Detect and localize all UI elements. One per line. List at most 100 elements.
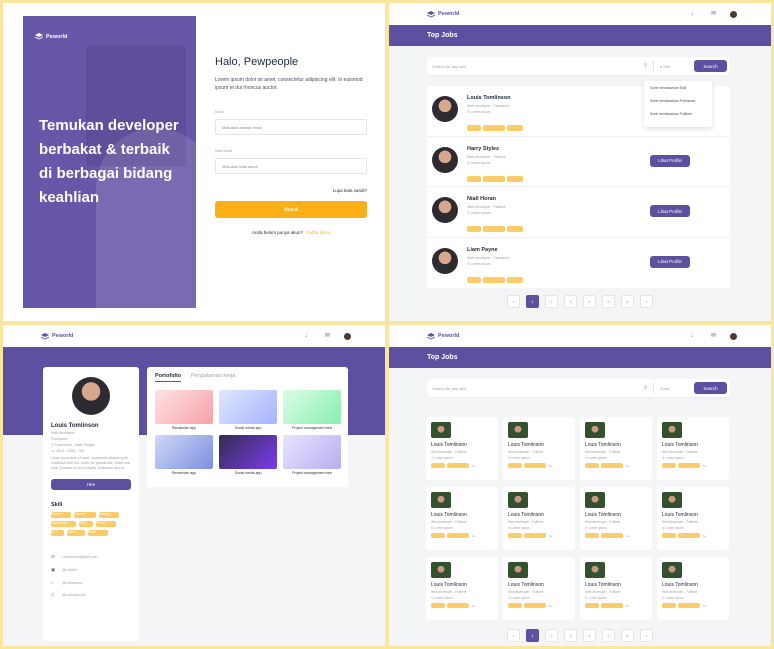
candidate-card[interactable]: Louis Tomlinson Web developer - Fulltime ⚲… xyxy=(503,417,575,480)
page-next[interactable]: > xyxy=(640,629,653,642)
list-item: Niall Horan Web developer - Fulltime ⚲ L… xyxy=(427,187,730,238)
avatar[interactable] xyxy=(730,10,737,18)
portfolio-item[interactable]: Social media app xyxy=(219,435,277,475)
portfolio-panel: Portofolio Pengalaman kerja Remainder ap… xyxy=(147,367,348,487)
page-5[interactable]: 5 xyxy=(602,629,615,642)
sort-option-freelance[interactable]: Sortir berdasarkan Freelance xyxy=(650,99,706,112)
profile-phone: ☏ 0812 - 3456 - 789 xyxy=(51,449,84,453)
page-1[interactable]: 1 xyxy=(526,295,539,308)
password-input[interactable]: Masukan kata sandi xyxy=(215,158,367,174)
page-title: Top Jobs xyxy=(389,347,771,368)
candidate-card[interactable]: Louis Tomlinson Web developer - Fulltime ⚲… xyxy=(580,487,652,550)
avatar xyxy=(662,492,682,508)
search-icon: ⚲ xyxy=(643,63,647,69)
sort-option-fulltime[interactable]: Sortir berdasarkan Fulltime xyxy=(650,112,706,125)
nav-logo[interactable]: Peworld xyxy=(41,332,73,340)
search-button[interactable]: Search xyxy=(694,60,727,72)
page-2[interactable]: 2 xyxy=(545,295,558,308)
register-prompt: Anda belum punya akun? Daftar disini xyxy=(251,230,331,235)
top-jobs-list-screen: Peworld ♩ ✉ Top Jobs Search for any skil… xyxy=(389,3,771,321)
tab-portfolio[interactable]: Portofolio xyxy=(155,373,181,382)
page-2[interactable]: 2 xyxy=(545,629,558,642)
profile-screen: Peworld ♩ ✉ Louis Tomlinson Web develope… xyxy=(3,325,385,646)
candidate-card[interactable]: Louis Tomlinson Web developer - Fulltime ⚲… xyxy=(503,487,575,550)
mail-icon[interactable]: ✉ xyxy=(711,333,716,339)
login-form: Halo, Pewpeople Lorem ipsum dolor sit am… xyxy=(215,56,367,235)
candidate-card[interactable]: Louis Tomlinson Web developer - Fulltime ⚲… xyxy=(580,557,652,620)
search-input[interactable]: Search for any skill xyxy=(432,64,643,69)
search-icon: ⚲ xyxy=(643,385,647,391)
portfolio-item[interactable]: Remainder app xyxy=(155,390,213,430)
profile-location: ⚲ Purwokerto, Jawa Tengah xyxy=(51,443,95,447)
view-profile-button[interactable]: Lihat Profile xyxy=(650,255,690,268)
mail-icon[interactable]: ✉ xyxy=(325,333,330,339)
email-input[interactable]: Masukan alamat email xyxy=(215,119,367,135)
login-intro: Lorem ipsum dolor sit amet, consectetur … xyxy=(215,77,363,91)
candidate-card[interactable]: Louis Tomlinson Web developer - Fulltime ⚲… xyxy=(426,487,498,550)
page-4[interactable]: 4 xyxy=(583,629,596,642)
sort-option-skill[interactable]: Sortir berdasarkan Skill xyxy=(650,86,706,99)
candidate-card[interactable]: Louis Tomlinson Web developer - Fulltime ⚲… xyxy=(657,417,729,480)
page-next[interactable]: > xyxy=(640,295,653,308)
candidate-card[interactable]: Louis Tomlinson Web developer - Fulltime ⚲… xyxy=(657,557,729,620)
candidate-grid: Louis Tomlinson Web developer - Fulltime ⚲… xyxy=(426,417,729,620)
mail-icon[interactable]: ✉ xyxy=(711,11,716,17)
page-6[interactable]: 6 xyxy=(621,295,634,308)
bell-icon[interactable]: ♩ xyxy=(305,333,311,339)
gitlab-icon: ◇ xyxy=(51,592,55,597)
page-prev[interactable]: < xyxy=(507,629,520,642)
avatar xyxy=(585,422,605,438)
candidate-card[interactable]: Louis Tomlinson Web developer - Fulltime ⚲… xyxy=(503,557,575,620)
candidate-card[interactable]: Louis Tomlinson Web developer - Fulltime ⚲… xyxy=(580,417,652,480)
page-4[interactable]: 4 xyxy=(583,295,596,308)
avatar[interactable] xyxy=(730,332,737,340)
search-bar: Search for any skill ⚲ ▾ Sort Search xyxy=(427,57,730,75)
contact-gitlab: ◇ @Louistommo91 xyxy=(51,592,87,597)
bell-icon[interactable]: ♩ xyxy=(691,11,697,17)
bell-icon[interactable]: ♩ xyxy=(691,333,697,339)
github-icon: ○ xyxy=(51,580,54,585)
contact-github: ○ @Louistommo xyxy=(51,580,83,585)
logo-icon xyxy=(427,332,435,340)
page-5[interactable]: 5 xyxy=(602,295,615,308)
sort-dropdown[interactable]: ▾ Sort xyxy=(660,64,694,69)
portfolio-item[interactable]: Social media app xyxy=(219,390,277,430)
page-3[interactable]: 3 xyxy=(564,295,577,308)
page-prev[interactable]: < xyxy=(507,295,520,308)
candidate-card[interactable]: Louis Tomlinson Web developer - Fulltime ⚲… xyxy=(657,487,729,550)
page-3[interactable]: 3 xyxy=(564,629,577,642)
navbar: Peworld ♩ ✉ xyxy=(389,3,771,25)
search-button[interactable]: Search xyxy=(694,382,727,394)
profile-description: Lorem ipsum dolor sit amet, consectetur … xyxy=(51,456,131,470)
hero-headline: Temukan developer berbakat & terbaik di … xyxy=(39,117,179,206)
login-greeting: Halo, Pewpeople xyxy=(215,56,299,68)
page-title: Top Jobs xyxy=(389,25,771,46)
navbar: Peworld ♩ ✉ xyxy=(389,325,771,347)
hire-button[interactable]: Hire xyxy=(51,479,131,490)
login-button[interactable]: Masuk xyxy=(215,201,367,218)
avatar xyxy=(432,197,458,223)
view-profile-button[interactable]: Lihat Profile xyxy=(650,154,690,167)
skill-list: Phyton Laravel Golang JavaScript PHP HTM… xyxy=(51,512,129,536)
nav-logo[interactable]: Peworld xyxy=(427,332,459,340)
candidate-card[interactable]: Louis Tomlinson Web developer - Fulltime ⚲… xyxy=(426,417,498,480)
candidate-card[interactable]: Louis Tomlinson Web developer - Fulltime ⚲… xyxy=(426,557,498,620)
view-profile-button[interactable]: Lihat Profile xyxy=(650,205,690,217)
profile-type: Freelancer xyxy=(51,437,68,441)
register-link[interactable]: Daftar disini xyxy=(306,230,330,235)
page-6[interactable]: 6 xyxy=(621,629,634,642)
portfolio-item[interactable]: Remainder app xyxy=(155,435,213,475)
hero-logo: Peworld xyxy=(35,33,67,40)
avatar[interactable] xyxy=(344,332,351,340)
logo-icon xyxy=(427,10,435,18)
page-1[interactable]: 1 xyxy=(526,629,539,642)
profile-role: Web developer xyxy=(51,431,75,435)
sort-dropdown[interactable]: Sortir xyxy=(660,386,694,391)
search-input[interactable]: Search for any skill xyxy=(432,386,643,391)
nav-logo[interactable]: Peworld xyxy=(427,10,459,18)
tab-experience[interactable]: Pengalaman kerja xyxy=(191,373,235,382)
avatar xyxy=(585,492,605,508)
forgot-password-link[interactable]: Lupa kata sandi? xyxy=(215,188,367,193)
portfolio-item[interactable]: Project management web xyxy=(283,390,341,430)
portfolio-item[interactable]: Project management web xyxy=(283,435,341,475)
